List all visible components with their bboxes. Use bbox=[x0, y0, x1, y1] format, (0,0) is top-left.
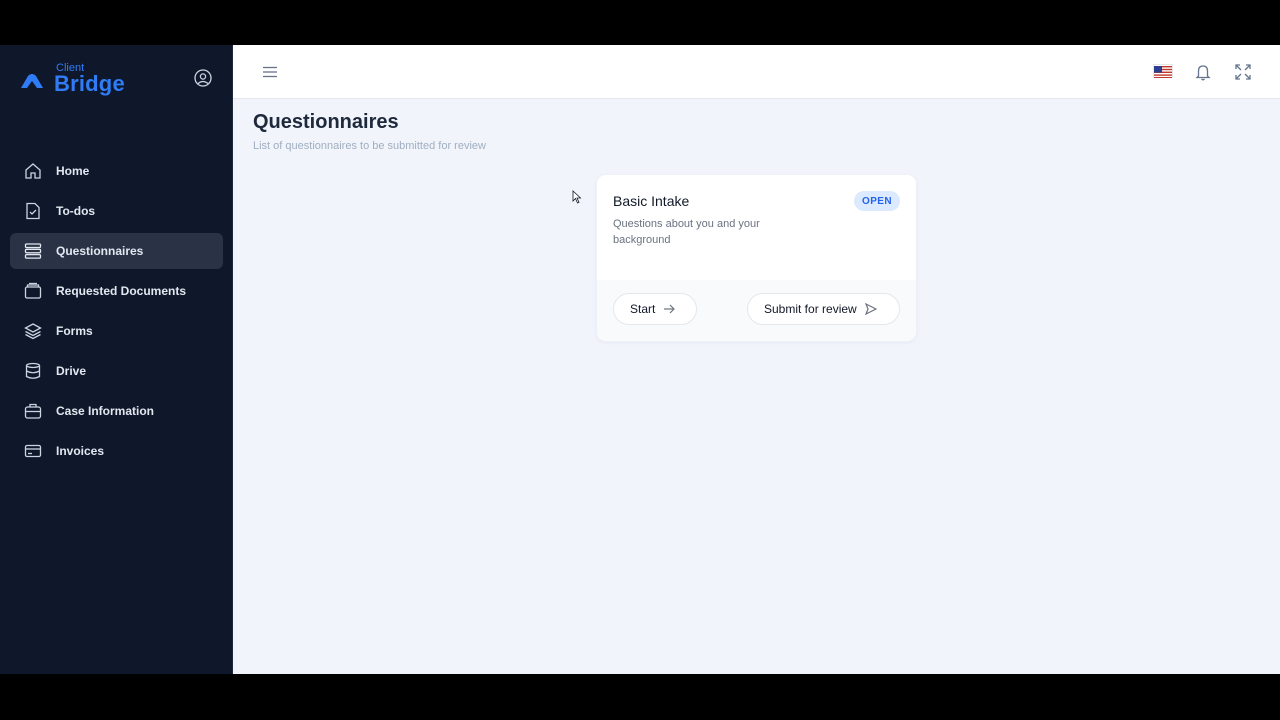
sidebar-item-drive[interactable]: Drive bbox=[10, 353, 223, 389]
layers-icon bbox=[24, 322, 42, 340]
brand-big-text: Bridge bbox=[54, 71, 125, 96]
sidebar-item-label: Case Information bbox=[56, 404, 155, 418]
todo-icon bbox=[24, 202, 42, 220]
send-icon bbox=[864, 303, 877, 315]
sidebar-item-label: Drive bbox=[56, 364, 87, 378]
bridge-logo-icon bbox=[21, 74, 43, 88]
folder-icon bbox=[24, 282, 42, 300]
menu-toggle-button[interactable] bbox=[261, 63, 279, 81]
sidebar-item-label: Requested Documents bbox=[56, 284, 187, 298]
sidebar-nav: Home To-dos Questionnaires Requested Doc… bbox=[10, 153, 223, 473]
top-bar bbox=[233, 45, 1280, 99]
sidebar-item-questionnaires[interactable]: Questionnaires bbox=[10, 233, 223, 269]
bell-icon bbox=[1195, 65, 1211, 81]
sidebar-item-label: Home bbox=[56, 164, 90, 178]
expand-icon bbox=[1235, 64, 1251, 80]
submit-button-label: Submit for review bbox=[764, 302, 857, 316]
page-header: Questionnaires List of questionnaires to… bbox=[253, 111, 486, 152]
mouse-pointer-icon bbox=[572, 190, 582, 204]
sidebar-item-case-information[interactable]: Case Information bbox=[10, 393, 223, 429]
sidebar-item-todos[interactable]: To-dos bbox=[10, 193, 223, 229]
page-subtitle: List of questionnaires to be submitted f… bbox=[253, 140, 486, 152]
home-icon bbox=[24, 162, 42, 180]
profile-button[interactable] bbox=[193, 68, 213, 88]
sidebar: Client Bridge Home To-dos Questionnaires… bbox=[0, 45, 233, 674]
sidebar-item-invoices[interactable]: Invoices bbox=[10, 433, 223, 469]
start-button[interactable]: Start bbox=[613, 293, 697, 325]
status-badge: OPEN bbox=[854, 191, 900, 211]
sidebar-item-label: Questionnaires bbox=[56, 244, 144, 258]
card-footer: Start Submit for review bbox=[597, 280, 916, 341]
sidebar-item-label: Invoices bbox=[56, 444, 105, 458]
brand-logo[interactable]: Client Bridge bbox=[20, 59, 125, 99]
app-window: Client Bridge Home To-dos Questionnaires… bbox=[0, 45, 1280, 674]
hamburger-icon bbox=[263, 66, 277, 78]
arrow-right-icon bbox=[663, 303, 676, 315]
sidebar-item-forms[interactable]: Forms bbox=[10, 313, 223, 349]
briefcase-icon bbox=[24, 402, 42, 420]
start-button-label: Start bbox=[630, 302, 656, 316]
sidebar-item-label: Forms bbox=[56, 324, 93, 338]
sidebar-item-label: To-dos bbox=[56, 204, 96, 218]
main-content: Questionnaires List of questionnaires to… bbox=[233, 45, 1280, 674]
page-title: Questionnaires bbox=[253, 111, 399, 133]
language-selector[interactable] bbox=[1153, 64, 1173, 78]
us-flag-icon bbox=[1154, 66, 1172, 78]
questionnaire-card: Basic Intake Questions about you and you… bbox=[596, 174, 917, 342]
submit-for-review-button[interactable]: Submit for review bbox=[747, 293, 900, 325]
fullscreen-button[interactable] bbox=[1234, 63, 1252, 81]
list-icon bbox=[24, 242, 42, 260]
database-icon bbox=[24, 362, 42, 380]
card-body: Basic Intake Questions about you and you… bbox=[597, 175, 916, 282]
card-description: Questions about you and your background bbox=[613, 218, 760, 246]
user-circle-icon bbox=[194, 69, 212, 87]
card-icon bbox=[24, 442, 42, 460]
notifications-button[interactable] bbox=[1194, 63, 1212, 81]
sidebar-item-home[interactable]: Home bbox=[10, 153, 223, 189]
sidebar-item-requested-documents[interactable]: Requested Documents bbox=[10, 273, 223, 309]
